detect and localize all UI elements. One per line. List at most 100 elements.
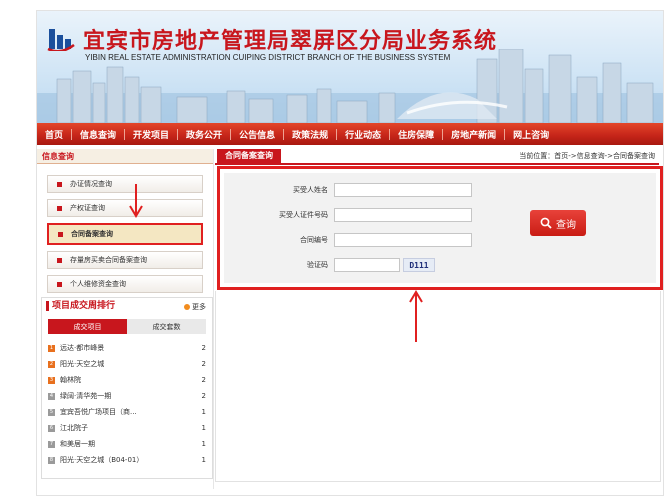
sidebar-item-label: 个人维修资金查询 (70, 280, 126, 288)
sidebar-item-label: 合同备案查询 (71, 230, 113, 238)
deal-count: 2 (201, 360, 206, 368)
rank-number-badge: 4 (48, 392, 55, 400)
more-link[interactable]: 更多 (184, 302, 206, 312)
sidebar-item-contract-filing[interactable]: 合同备案查询 (47, 223, 203, 245)
captcha-input[interactable] (334, 258, 400, 272)
annotation-arrow-up (409, 290, 423, 342)
bureau-logo-icon (47, 29, 75, 51)
project-name: 远达·都市峰景 (60, 344, 105, 352)
tab-contract-filing[interactable]: 合同备案查询 (217, 149, 281, 163)
bullet-icon (57, 181, 62, 187)
ranking-row[interactable]: 4 绿阔·清华苑一期 2 (48, 388, 206, 404)
ranking-row[interactable]: 3 翰林院 2 (48, 372, 206, 388)
search-icon (540, 217, 552, 229)
contract-no-row: 合同编号 (224, 232, 472, 248)
captcha-image[interactable]: D111 (403, 258, 435, 272)
nav-industry-news[interactable]: 行业动态 (337, 128, 389, 141)
bullet-icon (57, 257, 62, 263)
nav-divider (283, 128, 285, 140)
captcha-row: 验证码 D111 (224, 257, 435, 273)
city-skyline-image (37, 49, 663, 123)
main-header: 合同备案查询 当前位置：首页->信息查询->合同备案查询 (215, 149, 659, 165)
weekly-ranking-panel: 项目成交周排行 更多 成交项目 成交套数 1 远达·都市峰景 2 2 阳光·天空之城 2 3… (41, 297, 213, 479)
contract-no-input[interactable] (334, 233, 472, 247)
sidebar-item-property-certificate[interactable]: 产权证查询 (47, 199, 203, 217)
ranking-row[interactable]: 7 和美居一期 1 (48, 436, 206, 452)
buyer-id-input[interactable] (334, 208, 472, 222)
ranking-row[interactable]: 2 阳光·天空之城 2 (48, 356, 206, 372)
nav-home[interactable]: 首页 (37, 128, 71, 141)
column-divider (213, 149, 214, 489)
main-content-area (215, 291, 661, 482)
nav-housing-security[interactable]: 住房保障 (390, 128, 442, 141)
project-name: 翰林院 (60, 376, 81, 384)
project-name: 阳光·天空之城 (60, 360, 105, 368)
main-nav: 首页 信息查询 开发项目 政务公开 公告信息 政策法规 行业动态 住房保障 房地… (37, 123, 663, 145)
bullet-icon (57, 281, 62, 287)
ranking-list: 1 远达·都市峰景 2 2 阳光·天空之城 2 3 翰林院 2 4 绿阔·清华苑一期 2 5 宜宾吾悦广场… (48, 340, 206, 468)
rank-number-badge: 5 (48, 408, 55, 416)
nav-real-estate-news[interactable]: 房地产新闻 (443, 128, 504, 141)
more-icon (184, 304, 190, 310)
ranking-row[interactable]: 1 远达·都市峰景 2 (48, 340, 206, 356)
query-form: 买受人姓名 买受人证件号码 合同编号 验证码 D111 查询 (217, 166, 663, 290)
ranking-header: 项目成交周排行 更多 (42, 298, 212, 314)
nav-info-query[interactable]: 信息查询 (72, 128, 124, 141)
header-banner: 宜宾市房地产管理局翠屏区分局业务系统 YIBIN REAL ESTATE ADM… (37, 11, 663, 123)
deal-count: 2 (201, 392, 206, 400)
deal-count: 2 (201, 344, 206, 352)
buyer-id-row: 买受人证件号码 (224, 207, 472, 223)
nav-online-consult[interactable]: 网上咨询 (505, 128, 557, 141)
nav-divider (389, 128, 391, 140)
nav-divider (504, 128, 506, 140)
query-form-body: 买受人姓名 买受人证件号码 合同编号 验证码 D111 查询 (224, 173, 656, 283)
nav-announcements[interactable]: 公告信息 (231, 128, 283, 141)
deal-count: 1 (201, 408, 206, 416)
rank-number-badge: 6 (48, 424, 55, 432)
contract-no-label: 合同编号 (300, 236, 328, 244)
sidebar-header: 信息查询 (37, 149, 213, 164)
ranking-title: 项目成交周排行 (46, 301, 115, 311)
nav-divider (442, 128, 444, 140)
sidebar-item-label: 存量房买卖合同备案查询 (70, 256, 147, 264)
deal-count: 1 (201, 456, 206, 464)
buyer-name-label: 买受人姓名 (293, 186, 328, 194)
nav-dev-projects[interactable]: 开发项目 (125, 128, 177, 141)
ranking-tabs: 成交项目 成交套数 (48, 319, 206, 334)
sidebar-menu: 办证情况查询 产权证查询 合同备案查询 存量房买卖合同备案查询 个人维修资金查询 (47, 175, 203, 299)
project-name: 绿阔·清华苑一期 (60, 392, 112, 400)
bullet-icon (57, 205, 62, 211)
page-frame: 宜宾市房地产管理局翠屏区分局业务系统 YIBIN REAL ESTATE ADM… (36, 10, 664, 496)
nav-policies[interactable]: 政策法规 (284, 128, 336, 141)
sidebar-item-maintenance-fund[interactable]: 个人维修资金查询 (47, 275, 203, 293)
query-button-label: 查询 (556, 219, 576, 231)
ranking-row[interactable]: 8 阳光·天空之城（B04-01） 1 (48, 452, 206, 468)
more-label: 更多 (192, 303, 206, 311)
nav-divider (230, 128, 232, 140)
captcha-label: 验证码 (307, 261, 328, 269)
ranking-row[interactable]: 5 宜宾吾悦广场项目（商... 1 (48, 404, 206, 420)
buyer-id-label: 买受人证件号码 (279, 211, 328, 219)
buyer-name-row: 买受人姓名 (224, 182, 472, 198)
nav-divider (71, 128, 73, 140)
sidebar-item-label: 产权证查询 (70, 204, 105, 212)
ranking-row[interactable]: 6 江北院子 1 (48, 420, 206, 436)
nav-divider (336, 128, 338, 140)
sidebar-item-certificate-status[interactable]: 办证情况查询 (47, 175, 203, 193)
project-name: 和美居一期 (60, 440, 95, 448)
sidebar-item-label: 办证情况查询 (70, 180, 112, 188)
sidebar-title: 信息查询 (42, 152, 74, 161)
tab-deal-projects[interactable]: 成交项目 (48, 319, 127, 334)
deal-count: 2 (201, 376, 206, 384)
bullet-icon (58, 231, 63, 237)
breadcrumb: 当前位置：首页->信息查询->合同备案查询 (519, 152, 655, 160)
query-button[interactable]: 查询 (530, 210, 586, 236)
sidebar-item-resale-contract-filing[interactable]: 存量房买卖合同备案查询 (47, 251, 203, 269)
annotation-arrow-down (129, 184, 143, 218)
nav-gov-affairs[interactable]: 政务公开 (178, 128, 230, 141)
project-name: 江北院子 (60, 424, 88, 432)
tab-deal-units[interactable]: 成交套数 (127, 319, 206, 334)
project-name: 阳光·天空之城（B04-01） (60, 456, 144, 464)
buyer-name-input[interactable] (334, 183, 472, 197)
sidebar: 信息查询 办证情况查询 产权证查询 合同备案查询 存量房买卖合同备案查询 个人维… (37, 149, 213, 479)
